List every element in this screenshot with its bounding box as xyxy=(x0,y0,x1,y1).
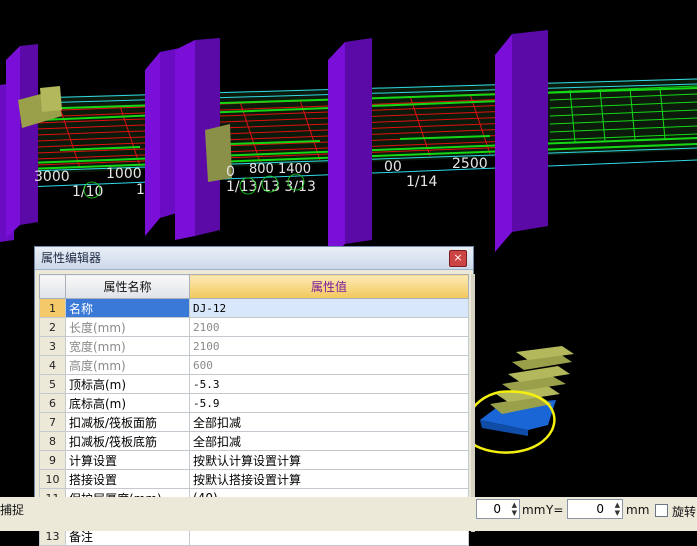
dialog-title: 属性编辑器 xyxy=(41,251,102,265)
row-number: 7 xyxy=(39,412,66,432)
spinner-icon[interactable]: ▲ ▼ xyxy=(512,501,517,517)
dim-label: 3000 xyxy=(34,169,70,185)
row-number: 5 xyxy=(39,374,66,394)
property-value[interactable]: 2100 xyxy=(189,317,469,337)
column-4 xyxy=(495,30,548,252)
property-value[interactable]: -5.3 xyxy=(189,374,469,394)
property-row[interactable]: 6 底标高(m) -5.9 xyxy=(39,393,469,413)
row-number: 9 xyxy=(39,450,66,470)
property-row[interactable]: 9 计算设置 按默认计算设置计算 xyxy=(39,450,469,470)
property-value[interactable]: -5.9 xyxy=(189,393,469,413)
property-value[interactable]: 按默认搭接设置计算 xyxy=(189,469,469,489)
property-name: 宽度(mm) xyxy=(65,336,190,356)
property-row[interactable]: 3 宽度(mm) 2100 xyxy=(39,336,469,356)
dialog-title-bar[interactable]: 属性编辑器 × xyxy=(35,247,473,270)
property-name: 计算设置 xyxy=(65,450,190,470)
property-name: 顶标高(m) xyxy=(65,374,190,394)
property-name: 名称 xyxy=(65,298,190,318)
editor-scrollbar[interactable] xyxy=(471,274,475,532)
property-value[interactable]: 2100 xyxy=(189,336,469,356)
row-number: 6 xyxy=(39,393,66,413)
axis-label: 1 xyxy=(136,182,145,198)
dim-label: 0 xyxy=(226,164,235,180)
property-row[interactable]: 7 扣减板/筏板面筋 全部扣减 xyxy=(39,412,469,432)
x-unit-label: mm xyxy=(522,503,546,517)
status-bar: 捕捉 0 ▲ ▼ mm Y= 0 ▲ ▼ mm 旋转 xyxy=(0,497,697,531)
property-editor-dialog[interactable]: 属性编辑器 × 属性名称 属性值 1 名称 DJ-12 2 长度(mm) 2100 3 宽度(… xyxy=(34,246,475,546)
dim-label: 2500 xyxy=(452,156,488,172)
row-number: 8 xyxy=(39,431,66,451)
dim-label: 800 1400 xyxy=(249,162,311,177)
row-number: 4 xyxy=(39,355,66,375)
rotate-checkbox[interactable] xyxy=(655,504,668,517)
property-row[interactable]: 8 扣减板/筏板底筋 全部扣减 xyxy=(39,431,469,451)
row-number: 2 xyxy=(39,317,66,337)
close-icon: × xyxy=(453,251,463,264)
row-number: 10 xyxy=(39,469,66,489)
property-value[interactable]: 按默认计算设置计算 xyxy=(189,450,469,470)
grid-corner xyxy=(39,274,66,299)
property-value[interactable]: 全部扣减 xyxy=(189,412,469,432)
close-button[interactable]: × xyxy=(449,250,467,267)
property-name: 长度(mm) xyxy=(65,317,190,337)
property-row[interactable]: 1 名称 DJ-12 xyxy=(39,298,469,318)
rotate-label: 旋转 xyxy=(672,505,697,519)
dim-label: 00 xyxy=(384,159,402,175)
x-coordinate-input[interactable]: 0 ▲ ▼ xyxy=(476,499,520,519)
property-name: 高度(mm) xyxy=(65,355,190,375)
property-name: 扣减板/筏板面筋 xyxy=(65,412,190,432)
property-value[interactable]: 600 xyxy=(189,355,469,375)
snap-toggle[interactable]: 捕捉 xyxy=(0,501,24,518)
spinner-icon[interactable]: ▲ ▼ xyxy=(615,501,620,517)
column-header-name[interactable]: 属性名称 xyxy=(65,274,190,299)
column-header-value[interactable]: 属性值 xyxy=(189,274,469,299)
property-row[interactable]: 4 高度(mm) 600 xyxy=(39,355,469,375)
y-coordinate-input[interactable]: 0 ▲ ▼ xyxy=(567,499,623,519)
y-unit-label: mm xyxy=(626,503,650,517)
property-name: 搭接设置 xyxy=(65,469,190,489)
property-row[interactable]: 2 长度(mm) 2100 xyxy=(39,317,469,337)
y-label: Y= xyxy=(546,503,564,517)
column-3 xyxy=(328,38,372,260)
row-number: 3 xyxy=(39,336,66,356)
property-value[interactable]: DJ-12 xyxy=(189,298,469,318)
property-value[interactable]: 全部扣减 xyxy=(189,431,469,451)
property-row[interactable]: 5 顶标高(m) -5.3 xyxy=(39,374,469,394)
row-number: 1 xyxy=(39,298,66,318)
dim-label: 1000 xyxy=(106,166,142,182)
axis-label: 1/14 xyxy=(406,174,438,190)
property-row[interactable]: 10 搭接设置 按默认搭接设置计算 xyxy=(39,469,469,489)
property-name: 扣减板/筏板底筋 xyxy=(65,431,190,451)
property-name: 底标高(m) xyxy=(65,393,190,413)
